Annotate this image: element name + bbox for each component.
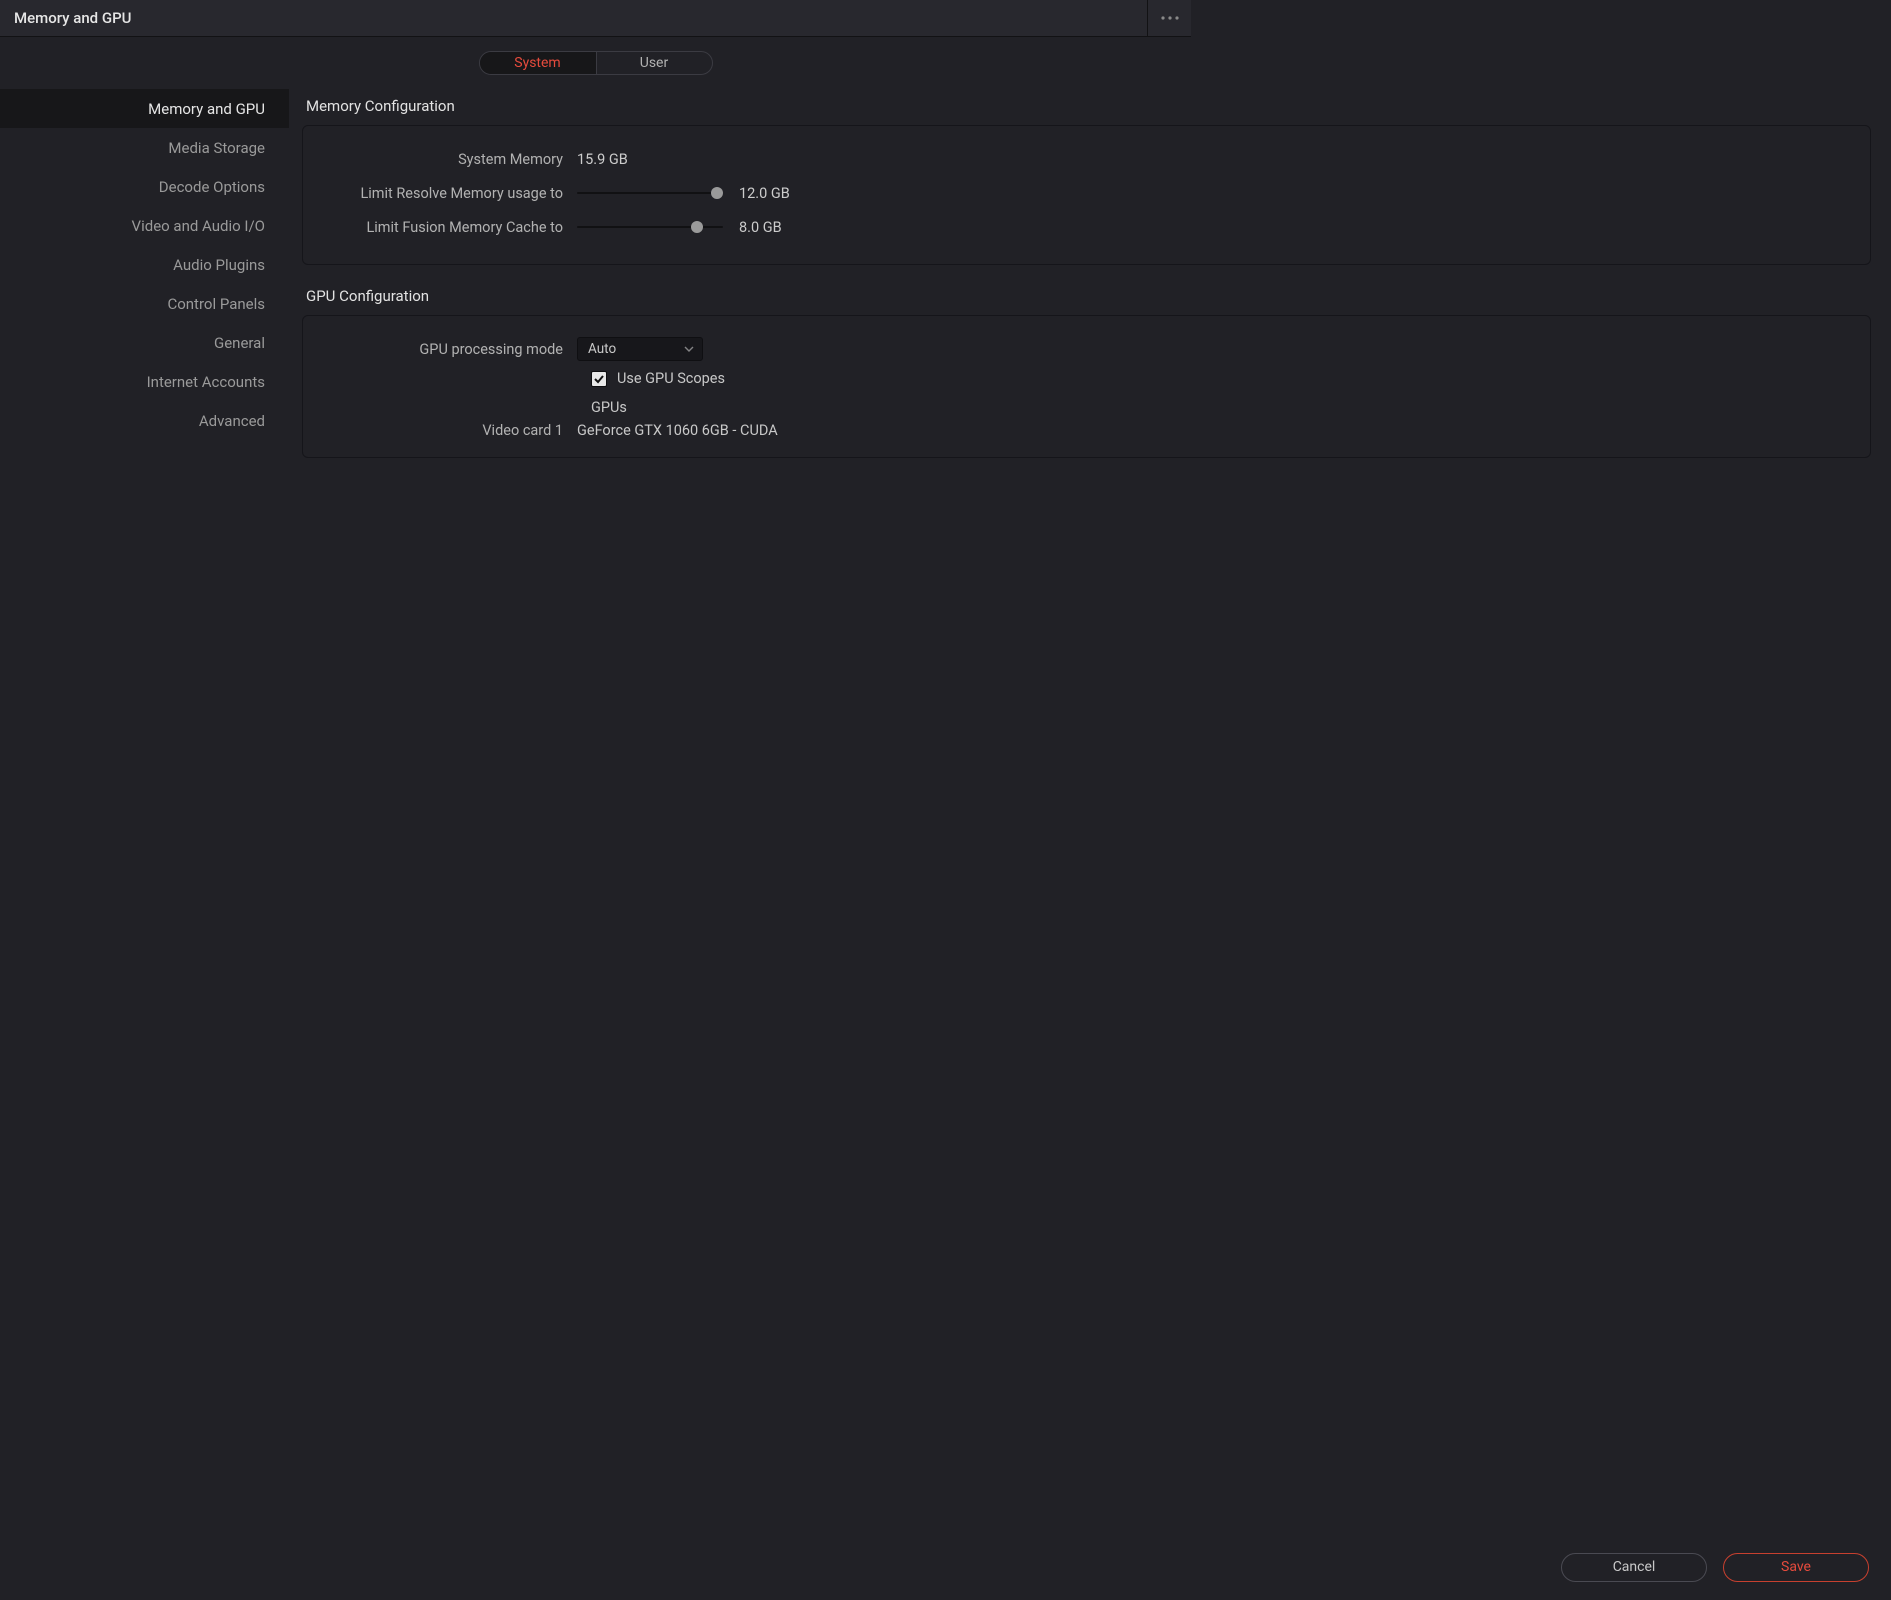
sidebar-item-label: Internet Accounts <box>147 373 265 391</box>
system-memory-label: System Memory <box>319 151 577 168</box>
window-title: Memory and GPU <box>14 9 1147 27</box>
content-area: Memory and GPU Media Storage Decode Opti… <box>0 89 1891 1534</box>
fusion-limit-control: 8.0 GB <box>577 219 782 236</box>
sidebar-item-label: General <box>214 334 265 352</box>
fusion-limit-label: Limit Fusion Memory Cache to <box>319 219 577 236</box>
sidebar-item-advanced[interactable]: Advanced <box>0 401 289 440</box>
system-memory-value: 15.9 GB <box>577 151 628 168</box>
sidebar: Memory and GPU Media Storage Decode Opti… <box>0 89 289 1534</box>
slider-track <box>577 192 723 194</box>
resolve-limit-control: 12.0 GB <box>577 185 790 202</box>
chevron-down-icon <box>684 346 694 352</box>
gpu-panel: GPU processing mode Auto Use GPU Scopes <box>302 315 1871 458</box>
memory-section-title: Memory Configuration <box>302 97 1871 115</box>
row-resolve-limit: Limit Resolve Memory usage to 12.0 GB <box>319 178 1854 208</box>
fusion-limit-slider[interactable] <box>577 220 723 234</box>
row-system-memory: System Memory 15.9 GB <box>319 144 1854 174</box>
titlebar: Memory and GPU <box>0 0 1191 37</box>
gpu-mode-value: Auto <box>588 341 616 357</box>
row-video-card-1: Video card 1 GeForce GTX 1060 6GB - CUDA <box>591 422 1854 439</box>
tab-switch-row: System User <box>0 37 1191 89</box>
resolve-limit-label: Limit Resolve Memory usage to <box>319 185 577 202</box>
sidebar-item-internet-accounts[interactable]: Internet Accounts <box>0 362 289 401</box>
gpus-title: GPUs <box>591 399 1854 416</box>
check-icon <box>593 373 605 385</box>
use-gpu-scopes-label: Use GPU Scopes <box>617 370 725 387</box>
sidebar-item-label: Control Panels <box>167 295 265 313</box>
row-fusion-limit: Limit Fusion Memory Cache to 8.0 GB <box>319 212 1854 242</box>
gpu-section-title: GPU Configuration <box>302 287 1871 305</box>
cancel-button[interactable]: Cancel <box>1561 1553 1707 1582</box>
row-gpu-mode: GPU processing mode Auto <box>319 334 1854 364</box>
sidebar-item-label: Memory and GPU <box>148 100 265 118</box>
sidebar-item-label: Decode Options <box>159 178 265 196</box>
sidebar-item-video-audio-io[interactable]: Video and Audio I/O <box>0 206 289 245</box>
memory-panel: System Memory 15.9 GB Limit Resolve Memo… <box>302 125 1871 265</box>
row-use-gpu-scopes: Use GPU Scopes <box>591 370 1854 387</box>
slider-thumb[interactable] <box>691 221 703 233</box>
sidebar-item-memory-and-gpu[interactable]: Memory and GPU <box>0 89 289 128</box>
gpus-block: GPUs Video card 1 GeForce GTX 1060 6GB -… <box>591 399 1854 439</box>
footer: Cancel Save <box>0 1534 1891 1600</box>
sidebar-item-general[interactable]: General <box>0 323 289 362</box>
use-gpu-scopes-checkbox[interactable] <box>591 371 607 387</box>
fusion-limit-value: 8.0 GB <box>739 219 782 236</box>
slider-thumb[interactable] <box>711 187 723 199</box>
tab-user[interactable]: User <box>596 52 712 74</box>
video-card-label: Video card 1 <box>319 422 577 439</box>
resolve-limit-value: 12.0 GB <box>739 185 790 202</box>
sidebar-item-label: Audio Plugins <box>173 256 265 274</box>
sidebar-item-control-panels[interactable]: Control Panels <box>0 284 289 323</box>
save-button[interactable]: Save <box>1723 1553 1869 1582</box>
resolve-limit-slider[interactable] <box>577 186 723 200</box>
sidebar-item-decode-options[interactable]: Decode Options <box>0 167 289 206</box>
gpu-mode-select[interactable]: Auto <box>577 337 703 361</box>
gpu-mode-label: GPU processing mode <box>319 341 577 358</box>
tab-system[interactable]: System <box>480 52 596 74</box>
sidebar-item-label: Media Storage <box>168 139 265 157</box>
main-panel: Memory Configuration System Memory 15.9 … <box>289 89 1891 1534</box>
video-card-value: GeForce GTX 1060 6GB - CUDA <box>577 422 778 439</box>
sidebar-item-media-storage[interactable]: Media Storage <box>0 128 289 167</box>
sidebar-item-label: Advanced <box>199 412 265 430</box>
sidebar-item-label: Video and Audio I/O <box>132 217 265 235</box>
sidebar-item-audio-plugins[interactable]: Audio Plugins <box>0 245 289 284</box>
tab-switch: System User <box>479 51 713 75</box>
more-options-button[interactable] <box>1147 0 1191 37</box>
ellipsis-icon <box>1160 15 1180 21</box>
